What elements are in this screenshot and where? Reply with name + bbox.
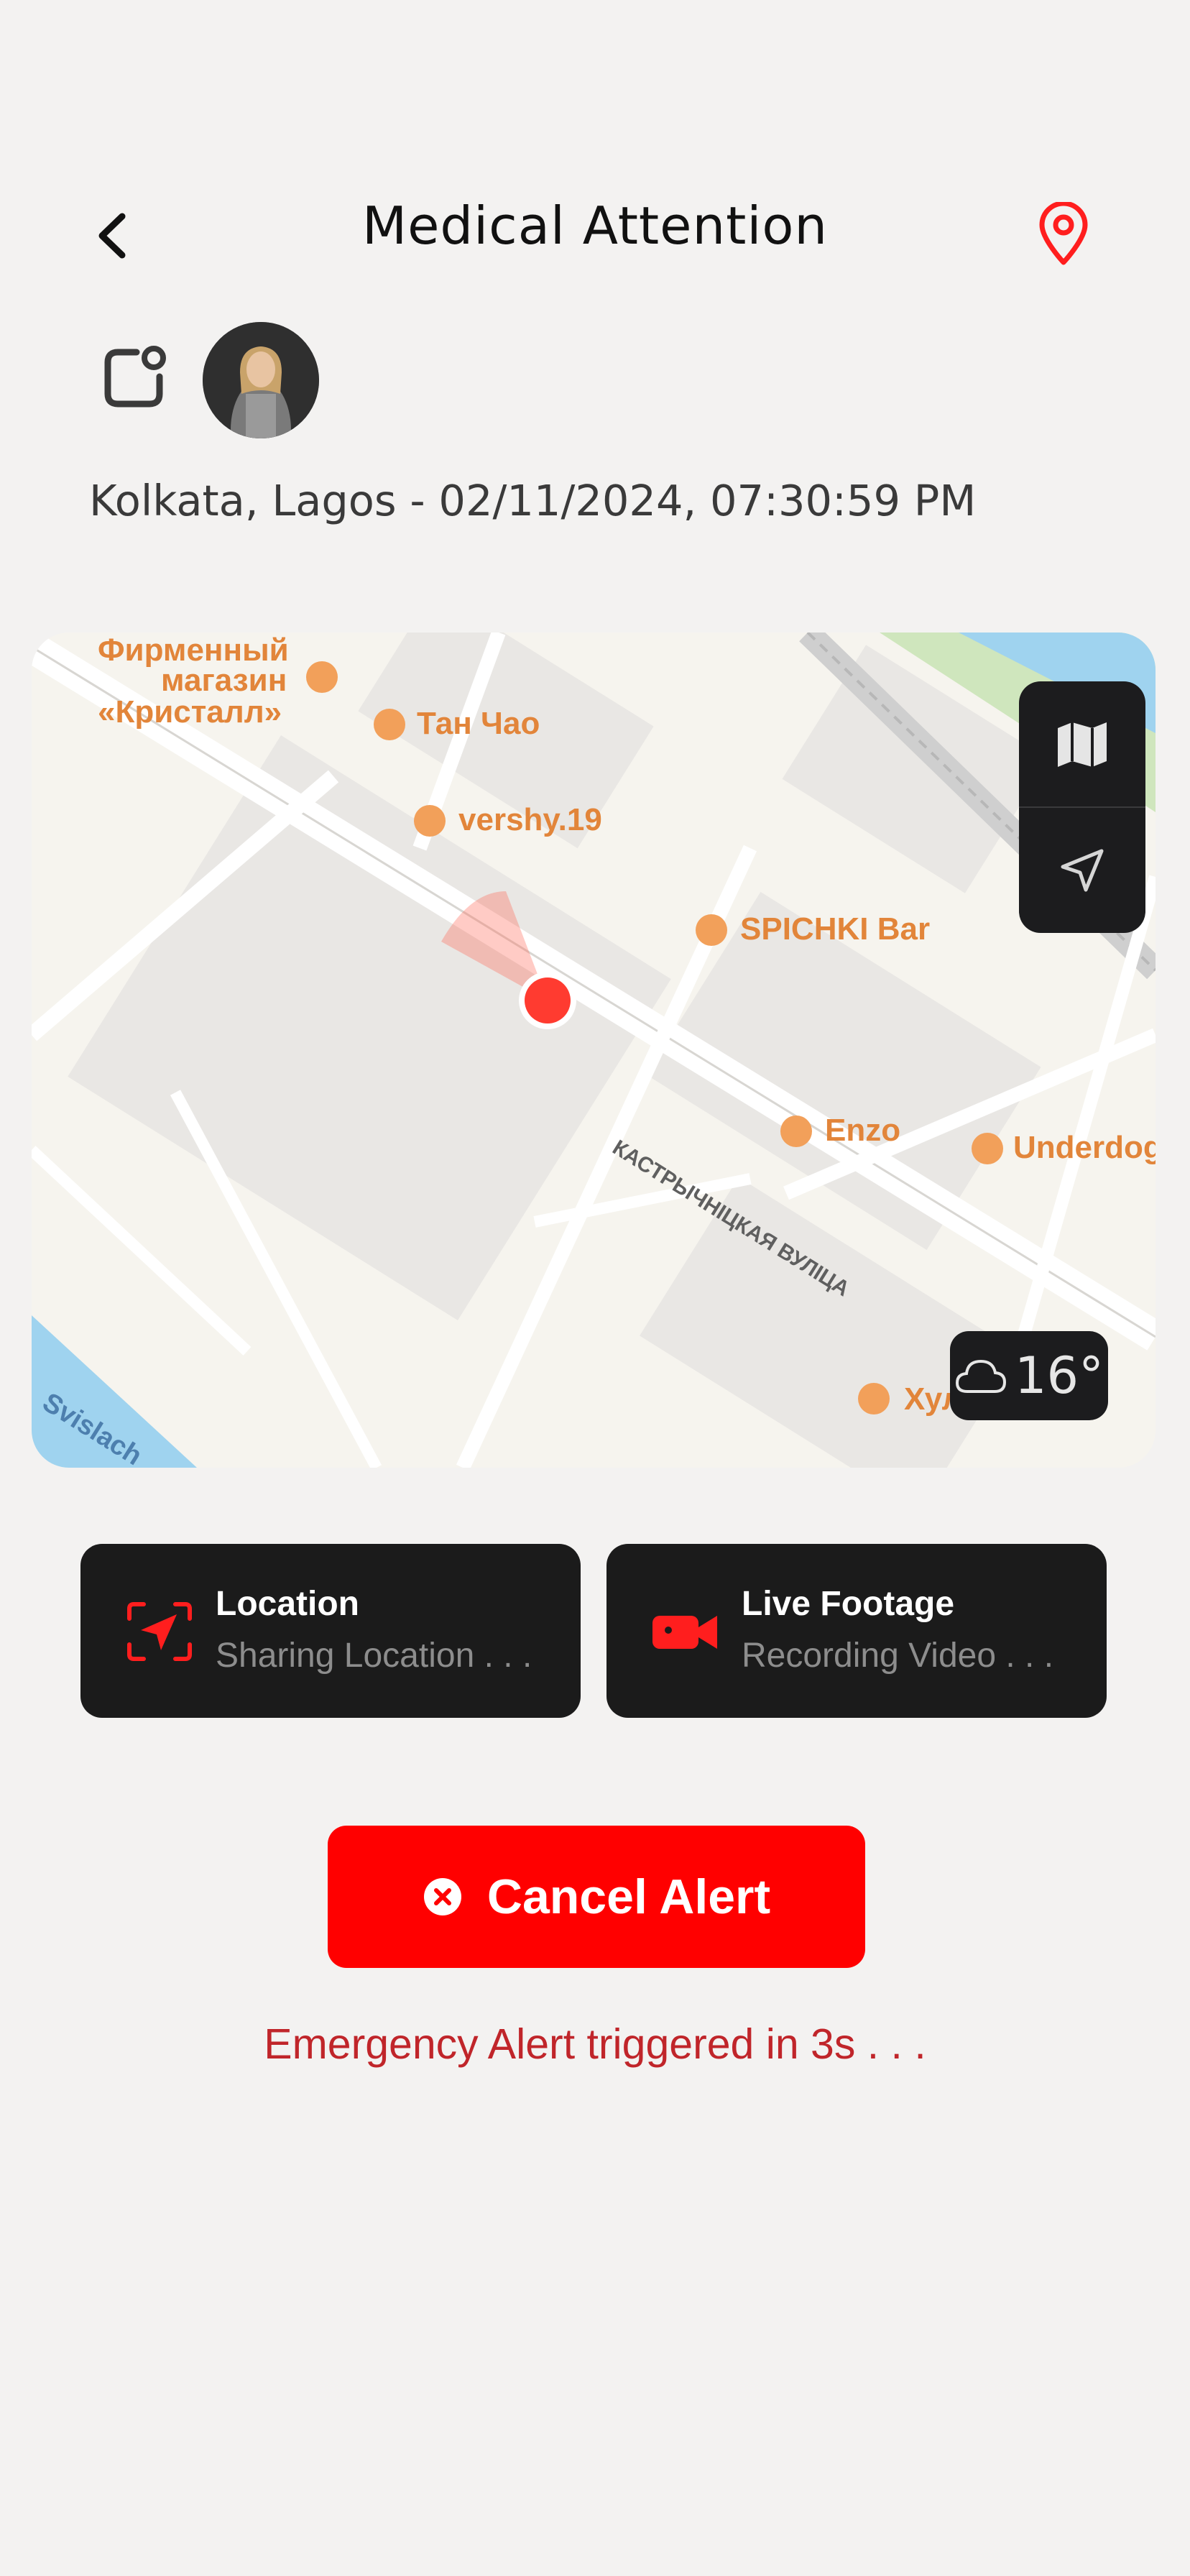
alert-countdown-text: Emergency Alert triggered in 3s . . . xyxy=(264,2020,926,2068)
location-scan-icon xyxy=(127,1602,192,1661)
location-timestamp: Kolkata, Lagos - 02/11/2024, 07:30:59 PM xyxy=(89,476,977,525)
live-footage-card-title: Live Footage xyxy=(742,1585,955,1623)
map-label-vershy: vershy.19 xyxy=(458,802,602,837)
notification-button[interactable] xyxy=(98,342,170,414)
map-label-underdog: Underdog xyxy=(1013,1130,1156,1165)
map-label-store-3: «Кристалл» xyxy=(98,694,282,730)
map-label-enzo: Enzo xyxy=(825,1113,901,1148)
live-footage-card[interactable]: Live Footage Recording Video . . . xyxy=(606,1544,1107,1718)
map-icon xyxy=(1058,722,1107,767)
avatar[interactable] xyxy=(203,322,319,438)
weather-badge: 16° xyxy=(950,1331,1108,1420)
weather-temperature: 16° xyxy=(1014,1346,1104,1405)
close-circle-icon xyxy=(423,1878,461,1915)
cloud-icon xyxy=(955,1359,1006,1393)
location-card[interactable]: Location Sharing Location . . . xyxy=(80,1544,581,1718)
navigation-arrow-icon xyxy=(1061,849,1104,891)
map-pin-icon xyxy=(1039,202,1088,265)
map-label-spichki: SPICHKI Bar xyxy=(740,911,931,947)
recenter-button[interactable] xyxy=(1019,807,1145,933)
cancel-alert-label: Cancel Alert xyxy=(486,1869,771,1924)
notification-square-icon xyxy=(104,346,166,408)
live-footage-card-subtitle: Recording Video . . . xyxy=(742,1637,1054,1675)
map-controls xyxy=(1019,681,1145,933)
map-type-button[interactable] xyxy=(1019,681,1145,807)
location-pin-button[interactable] xyxy=(1032,198,1095,270)
map-label-tan-chao: Тан Чао xyxy=(417,706,540,741)
user-avatar-image xyxy=(203,322,319,438)
location-card-title: Location xyxy=(216,1585,359,1623)
video-camera-icon xyxy=(652,1616,717,1649)
cancel-alert-button[interactable]: Cancel Alert xyxy=(328,1826,865,1968)
map-label-store-2: магазин xyxy=(161,663,287,698)
page-title: Medical Attention xyxy=(361,196,829,256)
location-card-subtitle: Sharing Location . . . xyxy=(216,1637,532,1675)
